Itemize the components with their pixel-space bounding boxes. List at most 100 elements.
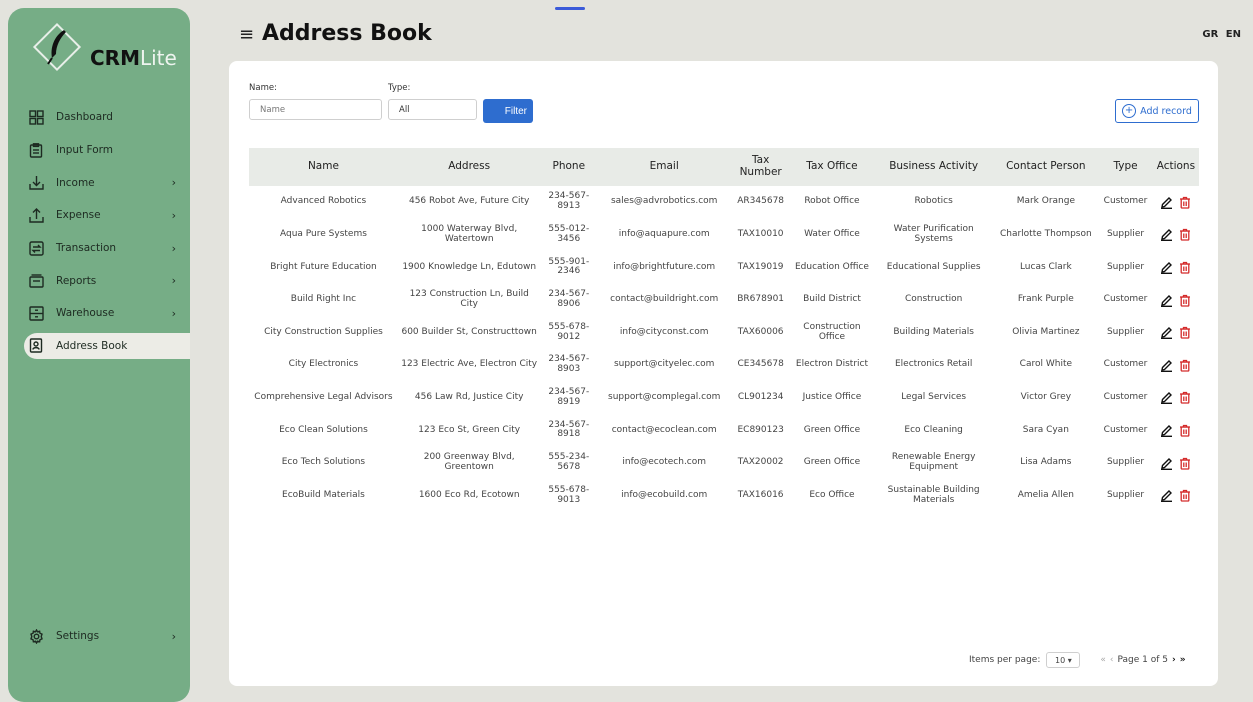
cell-actions — [1153, 479, 1199, 512]
column-header-contact-person[interactable]: Contact Person — [993, 148, 1099, 186]
edit-pencil-icon[interactable] — [1160, 326, 1174, 340]
sidebar-item-dashboard[interactable]: Dashboard — [8, 101, 190, 134]
cell-name: Eco Tech Solutions — [281, 457, 366, 468]
delete-trash-icon[interactable] — [1178, 293, 1192, 307]
cell-actions — [1153, 219, 1199, 252]
edit-pencil-icon[interactable] — [1160, 391, 1174, 405]
table-row: Eco Clean Solutions 123 Eco St, Green Cit… — [249, 414, 1199, 447]
cell-contact-person: Lisa Adams — [1020, 457, 1072, 468]
add-record-button[interactable]: + Add record — [1115, 99, 1199, 123]
delete-trash-icon[interactable] — [1178, 228, 1192, 242]
filter-button[interactable]: Filter — [483, 99, 533, 123]
cell-actions — [1153, 316, 1199, 349]
sidebar: CRMLite Dashboard Input Form Income › Ex… — [8, 8, 190, 702]
cell-actions — [1153, 447, 1199, 480]
cell-phone: 234-567-8918 — [548, 419, 590, 440]
cell-tax-number: CL901234 — [737, 391, 784, 402]
cell-name: Eco Clean Solutions — [279, 424, 368, 435]
delete-trash-icon[interactable] — [1178, 423, 1192, 437]
column-header-address[interactable]: Address — [397, 148, 541, 186]
sidebar-item-expense[interactable]: Expense › — [8, 199, 190, 232]
delete-trash-icon[interactable] — [1178, 391, 1192, 405]
cell-business-activity: Construction — [905, 294, 963, 305]
cell-tax-number: TAX20002 — [737, 457, 784, 468]
last-page-icon[interactable]: » — [1180, 655, 1186, 665]
type-filter-select[interactable]: All — [388, 99, 477, 120]
delete-trash-icon[interactable] — [1178, 326, 1192, 340]
delete-trash-icon[interactable] — [1178, 195, 1192, 209]
cell-tax-number: TAX19019 — [737, 261, 784, 272]
delete-trash-icon[interactable] — [1178, 489, 1192, 503]
edit-pencil-icon[interactable] — [1160, 358, 1174, 372]
next-page-icon[interactable]: › — [1172, 655, 1176, 665]
edit-pencil-icon[interactable] — [1160, 195, 1174, 209]
cell-email: support@complegal.com — [608, 391, 721, 402]
warehouse-icon — [28, 305, 44, 321]
top-accent-bar — [555, 7, 585, 10]
hamburger-menu-icon[interactable]: ≡ — [239, 24, 254, 45]
cell-business-activity: Eco Cleaning — [904, 424, 963, 435]
cell-type: Supplier — [1106, 457, 1145, 468]
cell-type: Customer — [1103, 359, 1148, 370]
sidebar-item-transaction[interactable]: Transaction › — [8, 232, 190, 265]
dashboard-icon — [28, 109, 44, 125]
cell-actions — [1153, 349, 1199, 382]
app-logo[interactable]: CRMLite — [32, 22, 192, 76]
cell-type: Supplier — [1106, 228, 1145, 239]
cell-email: info@brightfuture.com — [613, 261, 716, 272]
column-header-tax-number[interactable]: Tax Number — [731, 148, 791, 186]
cell-phone: 555-234-5678 — [548, 452, 590, 473]
cell-business-activity: Educational Supplies — [886, 261, 981, 272]
lang-en-button[interactable]: EN — [1226, 29, 1241, 40]
edit-pencil-icon[interactable] — [1160, 456, 1174, 470]
sidebar-item-input-form[interactable]: Input Form — [8, 134, 190, 167]
cell-address: 123 Electric Ave, Electron City — [401, 359, 538, 370]
cell-address: 1600 Eco Rd, Ecotown — [418, 489, 520, 500]
prev-page-icon[interactable]: ‹ — [1110, 655, 1114, 665]
cell-phone: 234-567-8903 — [548, 354, 590, 375]
column-header-tax-office[interactable]: Tax Office — [790, 148, 874, 186]
cell-name: EcoBuild Materials — [282, 489, 365, 500]
sidebar-item-label: Warehouse — [56, 307, 115, 320]
cell-address: 600 Builder St, Constructtown — [401, 326, 537, 337]
sidebar-item-label: Input Form — [56, 144, 113, 157]
edit-pencil-icon[interactable] — [1160, 489, 1174, 503]
first-page-icon[interactable]: « — [1100, 655, 1106, 665]
sidebar-item-warehouse[interactable]: Warehouse › — [8, 297, 190, 330]
delete-trash-icon[interactable] — [1178, 260, 1192, 274]
cell-tax-office: Robot Office — [804, 196, 860, 207]
cell-actions — [1153, 186, 1199, 219]
cell-email: info@aquapure.com — [618, 228, 710, 239]
table-row: City Construction Supplies 600 Builder St… — [249, 316, 1199, 349]
table-body: Advanced Robotics 456 Robot Ave, Future C… — [249, 186, 1199, 512]
items-per-page-select[interactable]: 10 ▾ — [1046, 652, 1081, 668]
chevron-right-icon: › — [171, 274, 176, 288]
cell-name: Advanced Robotics — [280, 196, 367, 207]
language-switcher: GR EN — [1198, 29, 1241, 40]
sidebar-item-label: Dashboard — [56, 111, 113, 124]
name-filter-input[interactable] — [249, 99, 382, 120]
delete-trash-icon[interactable] — [1178, 358, 1192, 372]
edit-pencil-icon[interactable] — [1160, 260, 1174, 274]
lang-gr-button[interactable]: GR — [1202, 29, 1218, 40]
column-header-type[interactable]: Type — [1098, 148, 1153, 186]
sidebar-item-income[interactable]: Income › — [8, 166, 190, 199]
delete-trash-icon[interactable] — [1178, 456, 1192, 470]
sidebar-item-reports[interactable]: Reports › — [8, 264, 190, 297]
column-header-email[interactable]: Email — [597, 148, 732, 186]
column-header-name[interactable]: Name — [249, 148, 398, 186]
chevron-right-icon: › — [171, 306, 176, 320]
type-filter-value: All — [399, 104, 410, 115]
edit-pencil-icon[interactable] — [1160, 293, 1174, 307]
cell-tax-office: Water Office — [804, 228, 860, 239]
edit-pencil-icon[interactable] — [1160, 228, 1174, 242]
sidebar-item-label: Expense — [56, 209, 101, 222]
cell-email: contact@ecoclean.com — [611, 424, 717, 435]
column-header-business-activity[interactable]: Business Activity — [873, 148, 994, 186]
sidebar-item-settings[interactable]: Settings › — [8, 620, 190, 653]
sidebar-item-address-book[interactable]: Address Book — [24, 332, 190, 359]
transaction-icon — [28, 240, 44, 256]
cell-phone: 555-901-2346 — [548, 256, 590, 277]
edit-pencil-icon[interactable] — [1160, 423, 1174, 437]
column-header-phone[interactable]: Phone — [540, 148, 598, 186]
